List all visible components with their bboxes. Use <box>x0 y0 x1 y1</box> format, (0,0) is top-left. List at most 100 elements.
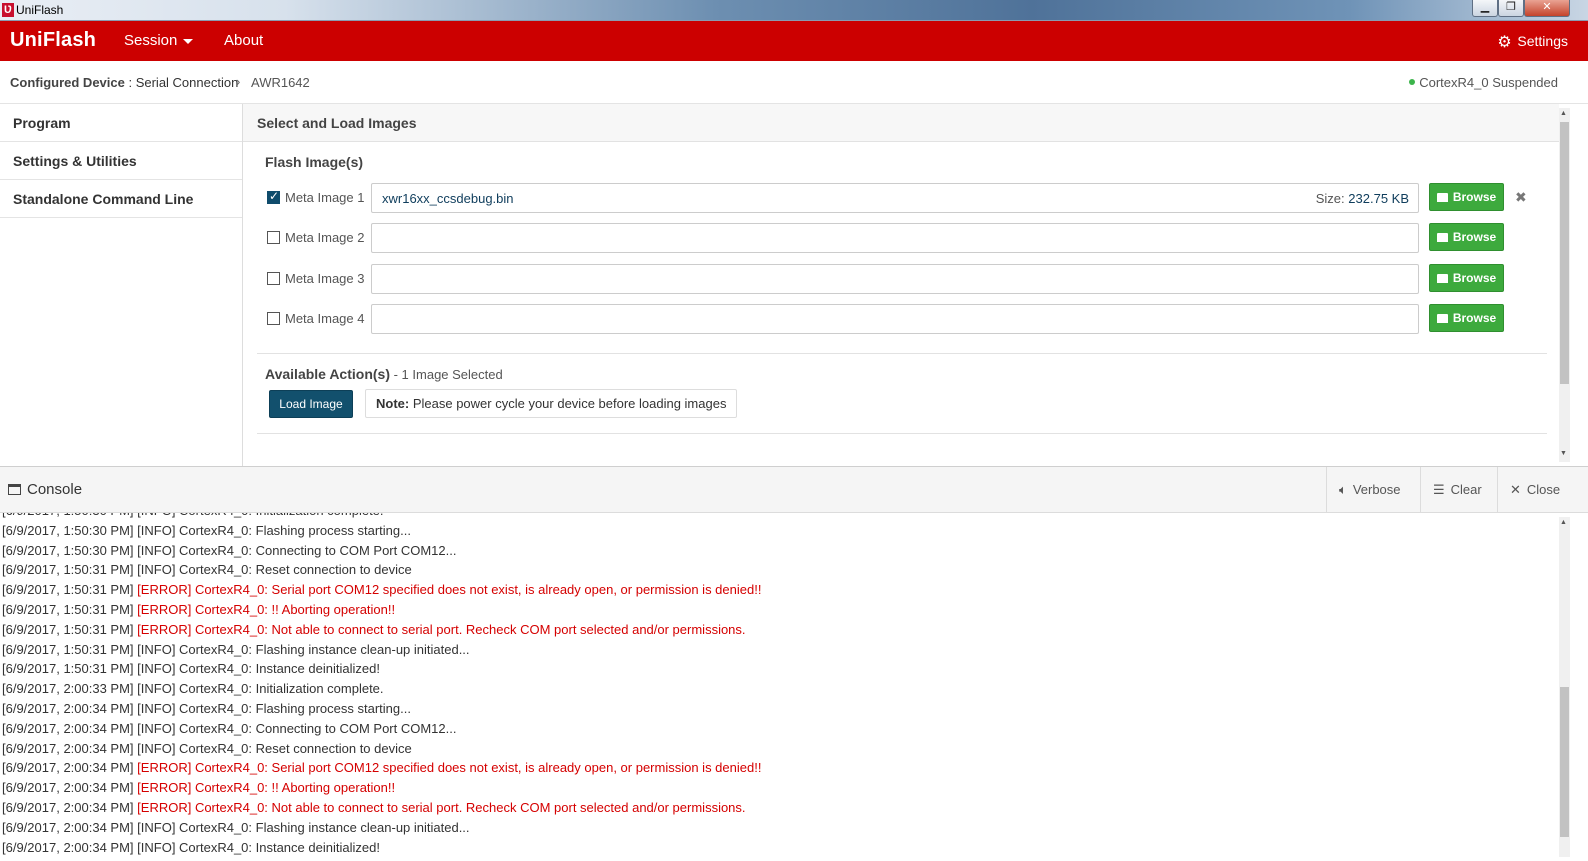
console-title: Console <box>8 481 82 498</box>
scroll-down-arrow-icon[interactable]: ▼ <box>1560 450 1567 457</box>
uniflash-app-icon: Ʋ <box>2 3 14 17</box>
sidebar-item-settings-utilities[interactable]: Settings & Utilities <box>0 142 242 180</box>
sidebar: Program Settings & Utilities Standalone … <box>0 104 243 466</box>
clear-button[interactable]: ☰ Clear <box>1420 467 1497 512</box>
log-prefix: [6/9/2017, 1:50:31 PM] <box>2 582 138 598</box>
log-error-message: [ERROR] CortexR4_0: Serial port COM12 sp… <box>137 582 762 598</box>
log-prefix: [6/9/2017, 2:00:34 PM] [INFO] CortexR4_0… <box>2 839 380 855</box>
settings-button[interactable]: ⚙ Settings <box>1497 32 1568 52</box>
sidebar-item-standalone-command-line[interactable]: Standalone Command Line <box>0 180 242 218</box>
section-divider <box>257 353 1547 354</box>
log-line: [6/9/2017, 1:50:30 PM] [INFO] CortexR4_0… <box>2 541 761 561</box>
verbose-button[interactable]: 🔈︎ Verbose <box>1326 467 1420 512</box>
sidebar-item-program[interactable]: Program <box>0 104 242 142</box>
window-icon <box>8 484 21 495</box>
target-status: CortexR4_0 Suspended <box>1409 75 1558 90</box>
browse-label: Browse <box>1452 311 1497 325</box>
chevron-right-icon: › <box>236 74 241 89</box>
breadcrumb-configured-device[interactable]: Configured Device : Serial Connection <box>10 75 238 90</box>
log-line: [6/9/2017, 2:00:34 PM] [INFO] CortexR4_0… <box>2 818 761 838</box>
meta-image-2-label: Meta Image 2 <box>285 230 365 245</box>
folder-icon <box>1436 274 1448 283</box>
console-title-text: Console <box>27 481 83 498</box>
log-line: [6/9/2017, 2:00:34 PM] [ERROR] CortexR4_… <box>2 798 761 818</box>
meta-image-2-browse-button[interactable]: Browse <box>1429 223 1504 251</box>
log-prefix: [6/9/2017, 1:50:30 PM] [INFO] CortexR4_0… <box>2 513 384 518</box>
gear-icon: ⚙ <box>1497 34 1512 51</box>
log-error-message: [ERROR] CortexR4_0: Not able to connect … <box>137 799 746 815</box>
console-header: Console 🔈︎ Verbose ☰ Clear ✕ Close <box>0 467 1588 513</box>
clear-label: Clear <box>1450 482 1482 497</box>
log-line: [6/9/2017, 1:50:30 PM] [INFO] CortexR4_0… <box>2 521 761 541</box>
meta-image-1-path-field[interactable]: xwr16xx_ccsdebug.bin Size: 232.75 KB <box>371 183 1419 213</box>
window-title: UniFlash <box>16 3 64 17</box>
remove-image-close-icon[interactable]: ✖ <box>1515 189 1527 206</box>
log-prefix: [6/9/2017, 2:00:33 PM] [INFO] CortexR4_0… <box>2 681 384 697</box>
meta-image-1-checkbox[interactable] <box>267 189 280 204</box>
target-status-text: CortexR4_0 Suspended <box>1419 75 1558 90</box>
app-header: UniFlash Session About ⚙ Settings <box>0 21 1588 61</box>
console-scrollbar[interactable]: ▲ <box>1559 513 1588 861</box>
log-prefix: [6/9/2017, 1:50:30 PM] [INFO] CortexR4_0… <box>2 542 457 558</box>
meta-image-row: Meta Image 3 Browse <box>265 264 1535 294</box>
minimize-window-button[interactable]: ▁ <box>1472 0 1498 17</box>
log-line: [6/9/2017, 2:00:33 PM] [INFO] CortexR4_0… <box>2 679 761 699</box>
main-panel-scrollbar[interactable]: ▲ ▼ <box>1559 104 1588 466</box>
actions-title-text: Available Action(s) <box>265 366 390 382</box>
log-prefix: [6/9/2017, 1:50:31 PM] <box>2 621 138 637</box>
note-text: Please power cycle your device before lo… <box>409 396 727 411</box>
meta-image-row: Meta Image 1 xwr16xx_ccsdebug.bin Size: … <box>265 183 1535 213</box>
log-error-message: [ERROR] CortexR4_0: !! Aborting operatio… <box>137 780 396 796</box>
breadcrumb-configured-label: Configured Device <box>10 75 125 90</box>
close-icon: ✕ <box>1510 482 1521 497</box>
load-image-button[interactable]: Load Image <box>269 390 353 418</box>
power-cycle-note: Note: Please power cycle your device bef… <box>365 389 738 418</box>
meta-image-4-browse-button[interactable]: Browse <box>1429 304 1504 332</box>
session-menu[interactable]: Session <box>124 32 194 49</box>
meta-image-4-path-field[interactable] <box>371 304 1419 334</box>
log-prefix: [6/9/2017, 1:50:31 PM] <box>2 601 138 617</box>
caret-down-icon <box>183 38 194 44</box>
log-prefix: [6/9/2017, 1:50:31 PM] [INFO] CortexR4_0… <box>2 661 380 677</box>
breadcrumb-device[interactable]: AWR1642 <box>251 75 310 90</box>
log-error-message: [ERROR] CortexR4_0: !! Aborting operatio… <box>137 601 396 617</box>
log-error-message: [ERROR] CortexR4_0: Serial port COM12 sp… <box>137 760 762 776</box>
meta-image-1-browse-button[interactable]: Browse <box>1429 183 1504 211</box>
log-line: [6/9/2017, 1:50:31 PM] [ERROR] CortexR4_… <box>2 600 761 620</box>
console-panel: Console 🔈︎ Verbose ☰ Clear ✕ Close [6/9/201… <box>0 466 1588 860</box>
folder-icon <box>1436 314 1448 323</box>
brand-logo[interactable]: UniFlash <box>10 29 96 52</box>
about-menu[interactable]: About <box>224 32 263 49</box>
log-prefix: [6/9/2017, 2:00:34 PM] [INFO] CortexR4_0… <box>2 700 411 716</box>
close-label: Close <box>1526 482 1561 497</box>
available-actions-title: Available Action(s) - 1 Image Selected <box>265 366 503 382</box>
breadcrumb: Configured Device : Serial Connection › … <box>0 61 1588 104</box>
maximize-window-button[interactable]: ❐ <box>1498 0 1524 17</box>
console-log[interactable]: [6/9/2017, 1:50:30 PM] [INFO] CortexR4_0… <box>0 513 1559 861</box>
panel-title: Select and Load Images <box>243 104 1559 142</box>
status-dot-icon <box>1409 79 1416 85</box>
log-line: [6/9/2017, 1:50:31 PM] [INFO] CortexR4_0… <box>2 659 761 679</box>
close-console-button[interactable]: ✕ Close <box>1497 467 1588 512</box>
meta-image-3-label: Meta Image 3 <box>285 271 365 286</box>
meta-image-3-browse-button[interactable]: Browse <box>1429 264 1504 292</box>
log-prefix: [6/9/2017, 2:00:34 PM] [INFO] CortexR4_0… <box>2 819 470 835</box>
meta-image-3-checkbox[interactable] <box>267 272 280 285</box>
browse-label: Browse <box>1452 271 1497 285</box>
scrollbar-thumb[interactable] <box>1560 687 1569 837</box>
meta-image-3-path-field[interactable] <box>371 264 1419 294</box>
session-menu-label: Session <box>124 32 178 49</box>
speaker-icon: 🔈︎ <box>1339 482 1347 497</box>
scroll-up-arrow-icon[interactable]: ▲ <box>1560 110 1567 117</box>
meta-image-4-checkbox[interactable] <box>267 312 280 325</box>
meta-image-2-checkbox[interactable] <box>267 231 280 244</box>
folder-icon <box>1436 193 1448 202</box>
log-line: [6/9/2017, 1:50:31 PM] [INFO] CortexR4_0… <box>2 560 761 580</box>
meta-image-2-path-field[interactable] <box>371 223 1419 253</box>
scrollbar-thumb[interactable] <box>1560 122 1569 384</box>
breadcrumb-configured-value: : Serial Connection <box>124 75 239 90</box>
log-line: [6/9/2017, 2:00:34 PM] [INFO] CortexR4_0… <box>2 838 761 858</box>
close-window-button[interactable]: ✕ <box>1524 0 1570 17</box>
scroll-up-arrow-icon[interactable]: ▲ <box>1560 519 1567 526</box>
meta-image-1-filename: xwr16xx_ccsdebug.bin <box>382 191 514 206</box>
